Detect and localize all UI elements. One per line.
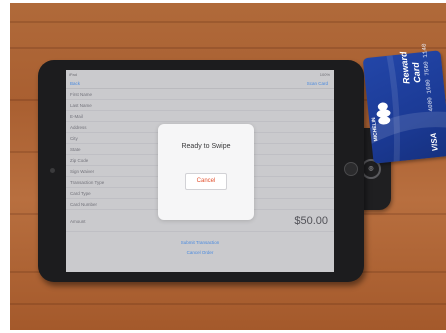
wood-grain xyxy=(10,21,446,23)
cancel-button[interactable]: Cancel xyxy=(185,173,227,190)
photo-background: ◎ iPad 100% Back Scan Card First Name La… xyxy=(10,3,446,330)
tablet-screen: iPad 100% Back Scan Card First Name Last… xyxy=(66,70,334,272)
reward-card: MICHELIN Reward Card 4000 1600 7560 1140… xyxy=(362,43,446,164)
wood-grain xyxy=(10,303,446,305)
card-brand: VISA xyxy=(428,132,440,152)
home-button[interactable] xyxy=(344,162,358,176)
tablet-device: iPad 100% Back Scan Card First Name Last… xyxy=(38,60,364,282)
camera-icon xyxy=(50,168,55,173)
swipe-dialog: Ready to Swipe Cancel xyxy=(158,124,254,220)
wood-grain xyxy=(10,47,446,49)
dialog-title: Ready to Swipe xyxy=(181,143,231,150)
